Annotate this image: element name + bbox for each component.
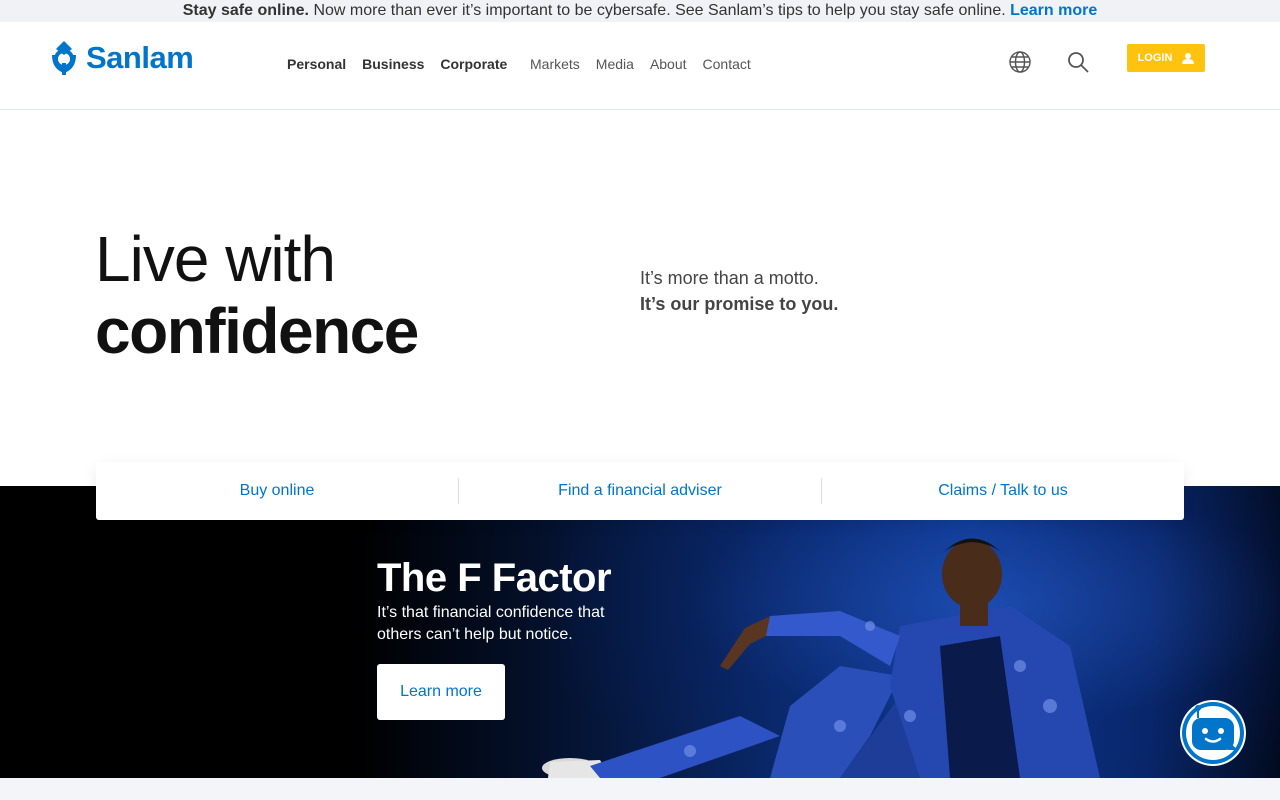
hero-subtitle-line1: It’s more than a motto. xyxy=(640,268,819,288)
banner-title: The F Factor xyxy=(377,556,612,600)
nav-item-personal[interactable]: Personal xyxy=(287,56,346,72)
banner-text: It’s that financial confidence that othe… xyxy=(377,604,605,643)
quick-links-bar: Buy online Find a financial adviser Clai… xyxy=(96,462,1184,520)
logo[interactable]: Sanlam xyxy=(50,40,194,76)
nav-item-markets[interactable]: Markets xyxy=(530,56,580,72)
sanlam-logo-icon xyxy=(52,41,76,75)
quick-link-buy-online[interactable]: Buy online xyxy=(96,478,458,504)
hero-subtitle-line2: It’s our promise to you. xyxy=(640,294,839,314)
globe-icon[interactable] xyxy=(1008,50,1032,74)
hero-section: Live with confidence It’s more than a mo… xyxy=(0,110,1280,486)
search-icon[interactable] xyxy=(1066,50,1090,74)
nav-item-business[interactable]: Business xyxy=(362,56,424,72)
banner-learn-more-button[interactable]: Learn more xyxy=(377,664,505,720)
hero-title-line1: Live with xyxy=(95,223,336,295)
quick-link-find-adviser[interactable]: Find a financial adviser xyxy=(458,478,821,504)
nav-item-media[interactable]: Media xyxy=(596,56,634,72)
secondary-nav: Markets Media About Contact xyxy=(530,56,751,72)
login-label: LOGIN xyxy=(1137,52,1173,64)
site-header: Sanlam Personal Business Corporate Marke… xyxy=(0,22,1280,110)
user-icon xyxy=(1182,53,1195,64)
banner-person-image xyxy=(542,538,1100,778)
alert-bar: Stay safe online. Now more than ever it’… xyxy=(0,0,1280,22)
primary-nav: Personal Business Corporate xyxy=(287,56,507,72)
chatbot-icon[interactable] xyxy=(1178,698,1248,768)
nav-item-contact[interactable]: Contact xyxy=(703,56,751,72)
logo-text: Sanlam xyxy=(86,40,194,75)
quick-link-claims[interactable]: Claims / Talk to us xyxy=(821,478,1184,504)
alert-message: Now more than ever it’s important to be … xyxy=(309,2,1011,19)
alert-lead: Stay safe online. xyxy=(182,2,309,19)
f-factor-banner: The F Factor It’s that financial confide… xyxy=(0,486,1280,778)
alert-learn-more-link[interactable]: Learn more xyxy=(1010,2,1097,19)
hero-title-line2: confidence xyxy=(95,295,419,367)
nav-item-corporate[interactable]: Corporate xyxy=(440,56,507,72)
nav-item-about[interactable]: About xyxy=(650,56,687,72)
login-button[interactable]: LOGIN xyxy=(1127,44,1205,72)
